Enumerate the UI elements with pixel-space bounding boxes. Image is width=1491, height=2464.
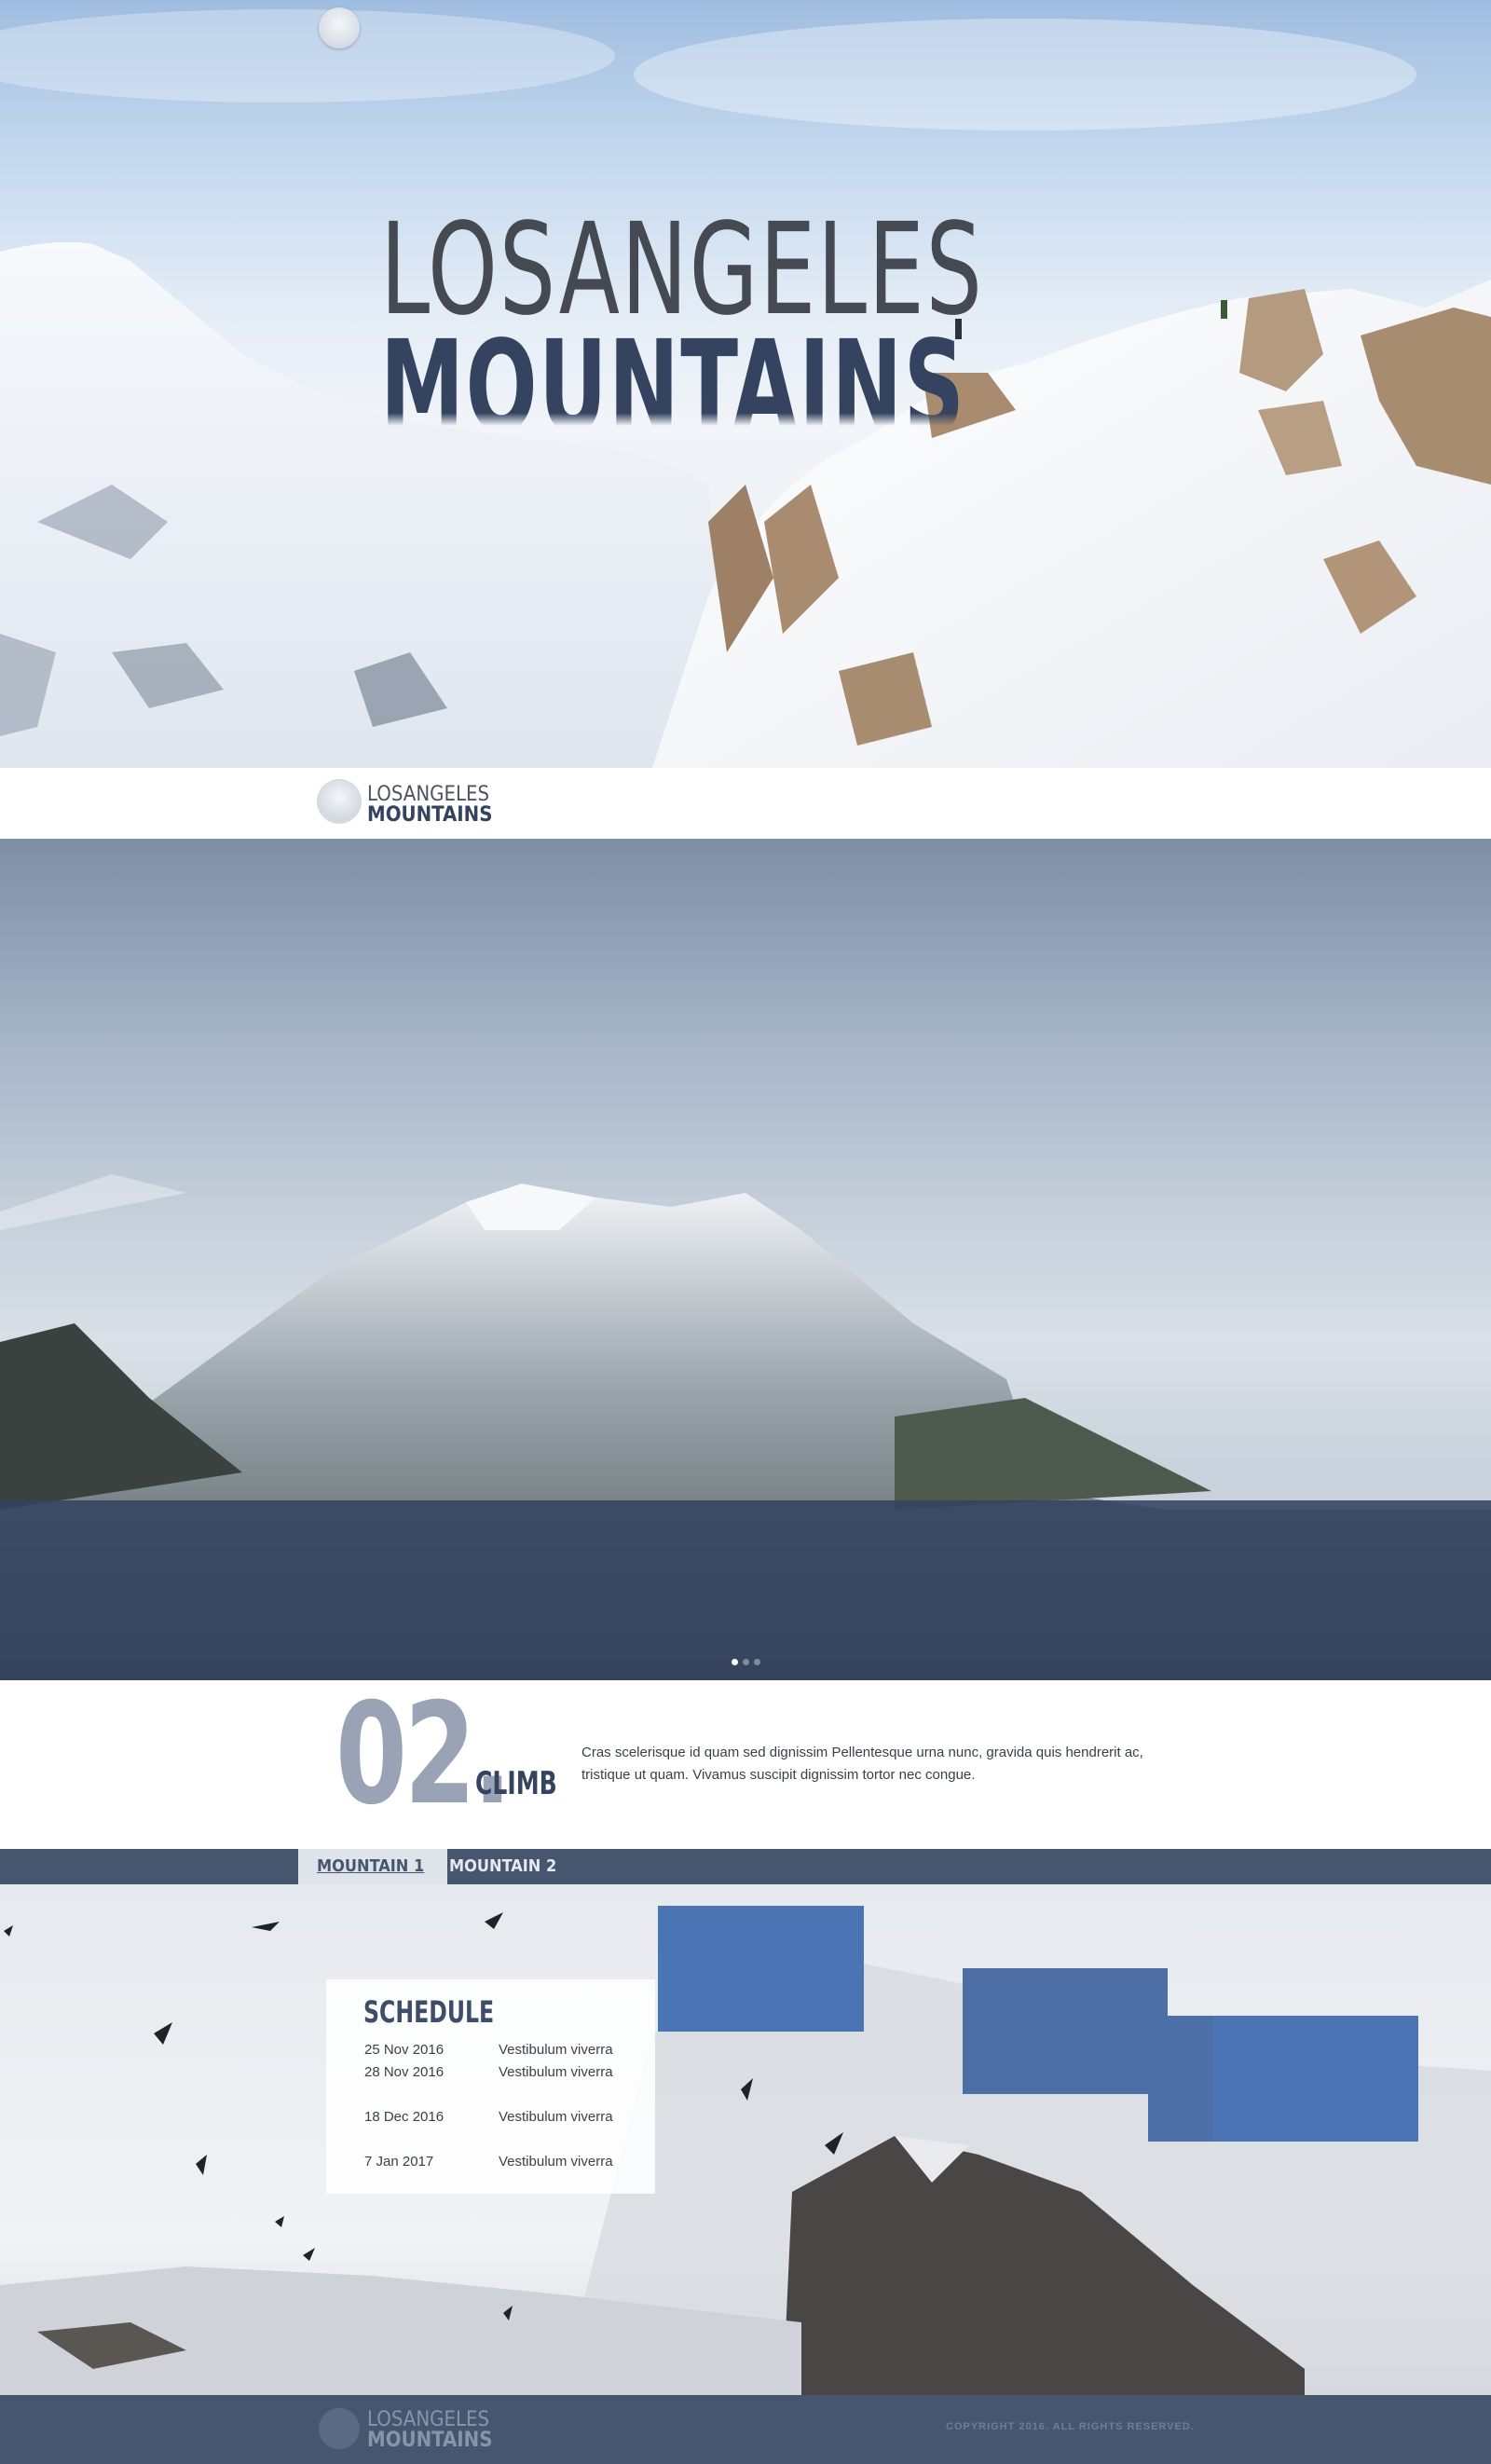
schedule-date: 25 Nov 2016 <box>364 2042 445 2058</box>
hero-section: LOSANGELES MOUNTAINS <box>0 0 1491 768</box>
schedule-date: 7 Jan 2017 <box>364 2154 434 2170</box>
hero-title-line2: MOUNTAINS <box>380 314 966 461</box>
climb-description: Cras scelerisque id quam sed dignissim P… <box>581 1745 1143 1783</box>
slider-dot-1[interactable] <box>732 1659 738 1665</box>
mountain-tabs <box>0 1849 1491 1884</box>
schedule-desc: Vestibulum viverra <box>499 2064 613 2080</box>
copyright-text: COPYRIGHT 2016. ALL RIGHTS RESERVED. <box>946 2421 1195 2432</box>
schedule-desc: Vestibulum viverra <box>499 2109 613 2125</box>
accent-block-1 <box>658 1906 864 2032</box>
accent-block-2 <box>963 1968 1168 2094</box>
tab-mountain-1[interactable]: MOUNTAIN 1 <box>298 1849 447 1884</box>
image-slider[interactable] <box>0 839 1491 1680</box>
brand-logo-icon[interactable] <box>319 781 360 822</box>
brand-logo-text[interactable]: LOSANGELES MOUNTAINS <box>367 785 492 826</box>
climb-title: CLIMB <box>475 1765 557 1802</box>
schedule-desc: Vestibulum viverra <box>499 2042 613 2058</box>
accent-block-overlap <box>1148 2016 1212 2142</box>
schedule-title: SCHEDULE <box>363 1994 495 2030</box>
hero-title: LOSANGELES MOUNTAINS <box>380 207 1171 451</box>
brand-line1: LOSANGELES <box>367 783 490 806</box>
schedule-date: 18 Dec 2016 <box>364 2109 445 2125</box>
slider-caption-overlay <box>0 1500 1491 1680</box>
footer-logo-text[interactable]: LOSANGELES MOUNTAINS <box>367 2410 492 2451</box>
footer-logo-icon[interactable] <box>319 2408 360 2449</box>
schedule-date: 28 Nov 2016 <box>364 2064 445 2080</box>
footer <box>0 2395 1491 2464</box>
schedule-desc: Vestibulum viverra <box>499 2154 613 2170</box>
tab-mountain-2[interactable]: MOUNTAIN 2 <box>431 1849 575 1884</box>
slider-dot-3[interactable] <box>754 1659 760 1665</box>
brand-line2: MOUNTAINS <box>367 803 493 827</box>
footer-line1: LOSANGELES <box>367 2408 490 2431</box>
climb-number: 02. <box>335 1674 512 1836</box>
footer-line2: MOUNTAINS <box>367 2429 493 2452</box>
slider-dot-2[interactable] <box>743 1659 749 1665</box>
logo-icon[interactable] <box>319 7 360 48</box>
brand-header <box>0 768 1491 839</box>
hero-title-line1: LOSANGELES <box>380 197 984 344</box>
